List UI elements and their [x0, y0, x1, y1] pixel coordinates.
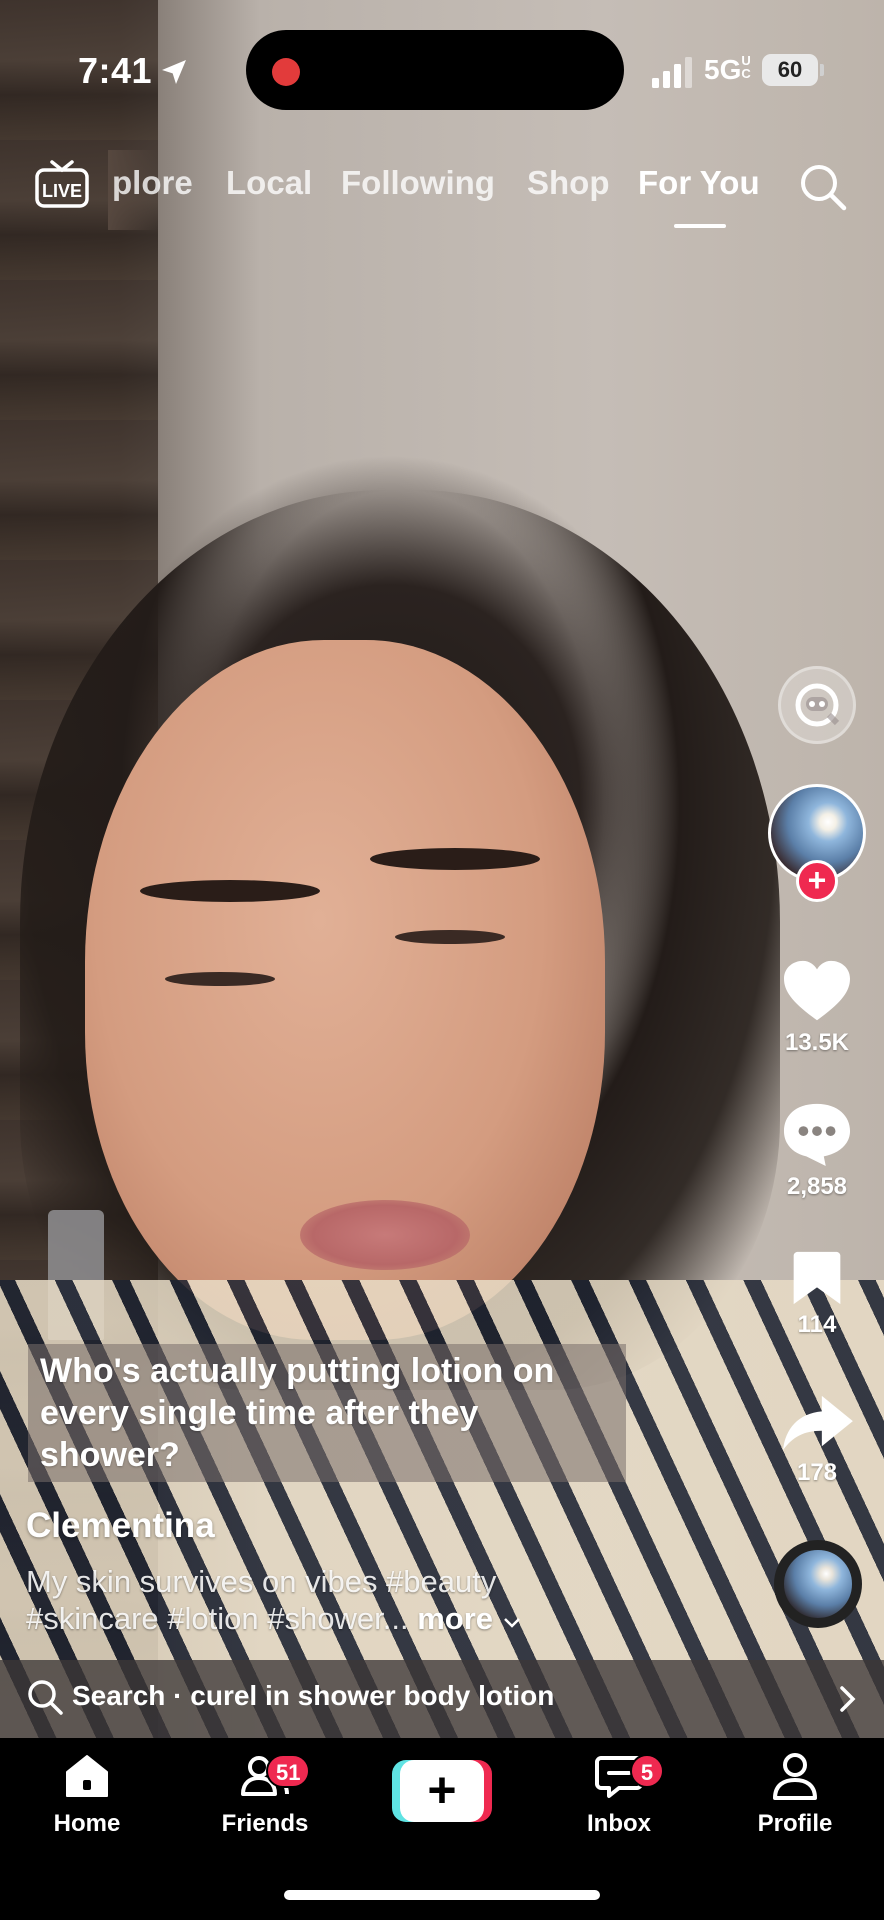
like-button[interactable]: 13.5K: [772, 958, 862, 1057]
tiktok-feed-screen: 7:41 5GUC 60 LIVE plore Local Following …: [0, 0, 884, 1920]
dynamic-island: [246, 30, 624, 110]
home-indicator: [284, 1890, 600, 1900]
caption-line-2: every single time after they: [40, 1394, 479, 1432]
video-lips: [300, 1200, 470, 1270]
battery-indicator: 60: [762, 54, 818, 86]
search-icon: [28, 1680, 63, 1715]
heart-icon: [784, 960, 850, 1021]
tab-friends-label: Friends: [221, 1810, 309, 1837]
bookmark-icon: [793, 1251, 841, 1305]
friends-badge: 51: [266, 1754, 311, 1788]
tab-for-you[interactable]: For You: [638, 164, 760, 202]
profile-person-icon: [773, 1753, 817, 1800]
status-bar: 7:41 5GUC 60: [0, 0, 884, 130]
inbox-badge: 5: [630, 1754, 664, 1788]
tab-shop[interactable]: Shop: [527, 164, 609, 202]
network-label: 5G: [704, 54, 742, 85]
video-eye-right: [395, 930, 505, 944]
status-time: 7:41: [78, 50, 153, 91]
save-count: 114: [797, 1311, 837, 1338]
tab-home-label: Home: [53, 1810, 121, 1837]
chevron-right-icon: [840, 1686, 856, 1712]
video-brow-left: [140, 880, 320, 902]
tab-local[interactable]: Local: [226, 164, 312, 202]
comment-button[interactable]: 2,858: [772, 1100, 862, 1201]
description-line-1[interactable]: My skin survives on vibes #beauty: [26, 1564, 496, 1600]
description-text: #skincare #lotion #shower...: [26, 1601, 409, 1636]
live-label: LIVE: [42, 181, 82, 201]
search-icon[interactable]: [798, 162, 848, 212]
tab-profile-label: Profile: [757, 1810, 833, 1837]
save-button[interactable]: 114: [772, 1250, 862, 1339]
tab-explore[interactable]: plore: [112, 164, 193, 202]
create-button[interactable]: +: [392, 1760, 492, 1822]
tab-inbox-label: Inbox: [587, 1810, 651, 1837]
caption-line-1: Who's actually putting lotion on: [40, 1352, 555, 1390]
comment-count: 2,858: [786, 1173, 848, 1200]
recording-dot-icon: [272, 58, 300, 86]
chevron-down-icon: [503, 1618, 520, 1628]
tab-friends[interactable]: Friends 51: [190, 1750, 340, 1838]
search-suggestion-bar[interactable]: Search · curel in shower body lotion: [0, 1660, 884, 1738]
caption-line-3: shower?: [40, 1436, 180, 1474]
description-line-2[interactable]: #skincare #lotion #shower... more: [26, 1601, 522, 1637]
video-eye-left: [165, 972, 275, 986]
network-type: 5GUC: [704, 54, 753, 86]
share-button[interactable]: 178: [772, 1392, 862, 1487]
ai-assistant-button[interactable]: [778, 666, 856, 744]
location-arrow-icon: [162, 60, 186, 84]
live-tv-icon[interactable]: LIVE: [34, 158, 90, 210]
like-count: 13.5K: [784, 1029, 850, 1056]
share-count: 178: [796, 1459, 838, 1486]
share-arrow-icon: [783, 1395, 853, 1451]
battery-cap: [820, 64, 824, 76]
sound-disc[interactable]: [774, 1540, 862, 1628]
search-suggestion-text: Search · curel in shower body lotion: [72, 1680, 555, 1711]
video-brow-right: [370, 848, 540, 870]
home-icon: [66, 1755, 108, 1797]
tab-profile[interactable]: Profile: [720, 1750, 870, 1838]
tab-inbox[interactable]: Inbox 5: [544, 1750, 694, 1838]
active-tab-underline: [674, 224, 726, 228]
tab-following[interactable]: Following: [341, 164, 495, 202]
comment-bubble-icon: [783, 1103, 851, 1167]
tab-home[interactable]: Home: [12, 1750, 162, 1838]
create-plus-icon: +: [400, 1760, 484, 1822]
ai-face-icon: [795, 683, 840, 727]
cellular-signal-icon: [652, 57, 692, 88]
network-suffix: UC: [741, 53, 751, 81]
top-feed-tabs: LIVE plore Local Following Shop For You: [0, 150, 884, 240]
follow-plus-button[interactable]: +: [796, 860, 838, 902]
creator-username[interactable]: Clementina: [26, 1506, 215, 1546]
more-link[interactable]: more: [417, 1601, 493, 1636]
